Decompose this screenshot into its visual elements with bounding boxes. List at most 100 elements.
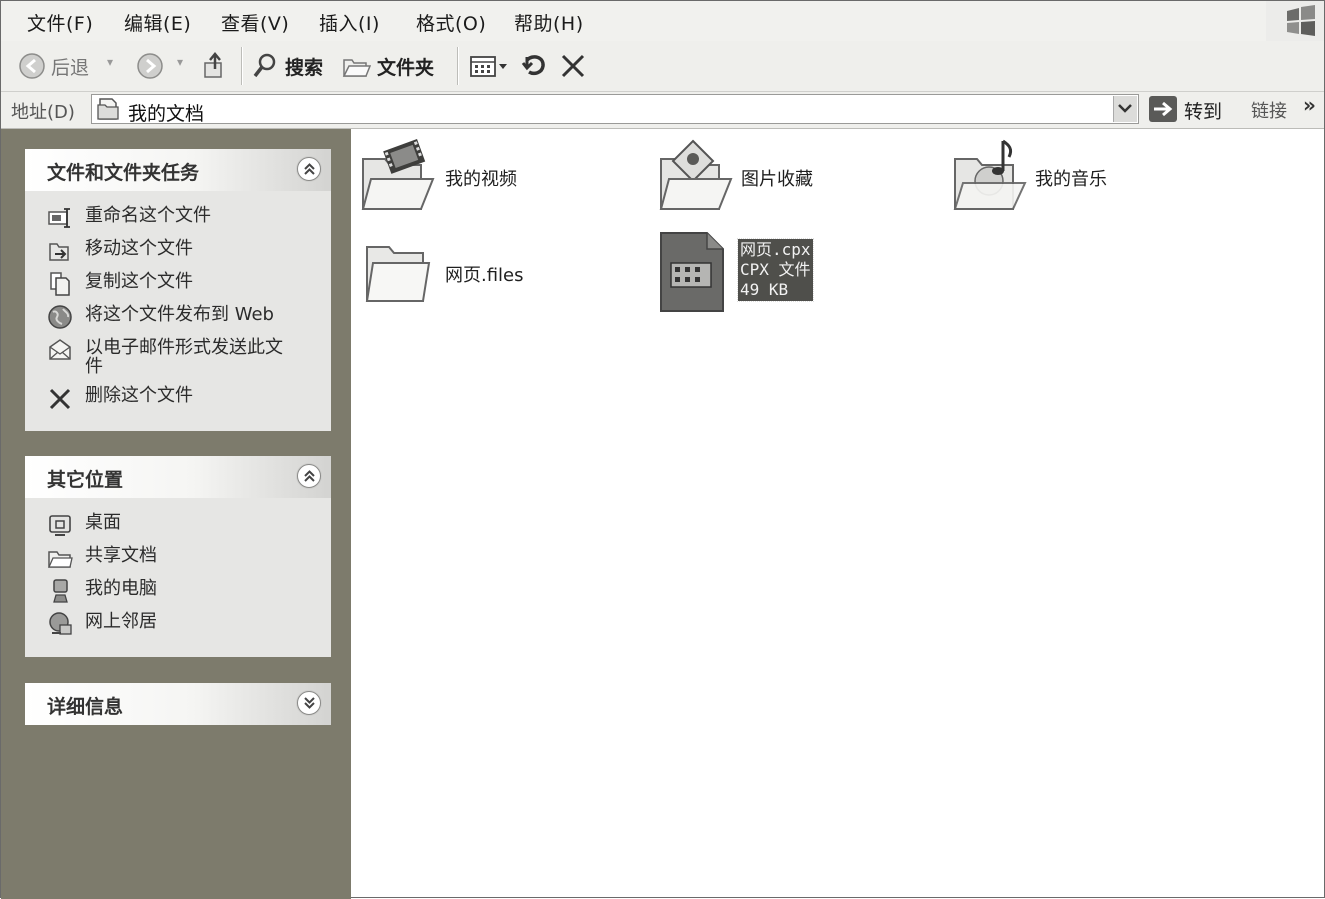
task-copy[interactable]: 复制这个文件 <box>47 271 317 297</box>
address-dropdown[interactable] <box>1113 96 1137 122</box>
place-label: 桌面 <box>85 512 121 533</box>
back-label: 后退 <box>51 57 90 79</box>
file-tasks-panel: 文件和文件夹任务 重命名这个文件 移动这个文件 复制这个文件 将这个文件发布到 … <box>25 149 331 431</box>
menu-edit[interactable]: 编辑(E) <box>124 9 191 36</box>
shared-folder-icon <box>47 551 73 568</box>
details-header[interactable]: 详细信息 <box>25 683 331 725</box>
more-chevron[interactable]: » <box>1303 93 1316 117</box>
other-places-title: 其它位置 <box>47 469 124 491</box>
network-icon <box>49 612 72 635</box>
place-label: 我的电脑 <box>85 578 157 599</box>
task-pane: 文件和文件夹任务 重命名这个文件 移动这个文件 复制这个文件 将这个文件发布到 … <box>1 129 351 899</box>
go-button[interactable]: 转到 <box>1146 94 1236 124</box>
file-item[interactable]: 我的视频 <box>357 137 557 221</box>
back-dropdown-icon[interactable]: ▾ <box>107 55 113 69</box>
copy-icon <box>50 272 70 296</box>
search-label: 搜索 <box>285 57 324 79</box>
folder-icon <box>365 246 431 302</box>
expand-button[interactable] <box>297 691 321 715</box>
undo-icon <box>521 55 545 76</box>
file-item[interactable]: 网页.files <box>357 233 577 313</box>
other-places-header[interactable]: 其它位置 <box>25 456 331 498</box>
computer-icon <box>53 579 68 603</box>
selected-file-label: 网页.cpx CPX 文件 49 KB <box>737 238 814 302</box>
forward-arrow-icon <box>137 53 163 79</box>
file-name: 图片收藏 <box>741 169 813 190</box>
chevron-up-double-icon <box>304 470 315 482</box>
chevron-down-icon <box>1118 104 1132 113</box>
folders-button[interactable]: 文件夹 <box>341 49 445 83</box>
file-item[interactable]: 图片收藏 <box>655 137 855 221</box>
cpx-file-icon <box>660 232 724 312</box>
place-my-computer[interactable]: 我的电脑 <box>47 578 317 604</box>
toolbar-separator <box>241 47 243 85</box>
go-label: 转到 <box>1184 101 1223 123</box>
undo-button[interactable] <box>519 49 551 83</box>
file-item[interactable]: 我的音乐 <box>949 137 1149 221</box>
task-label: 以电子邮件形式发送此文件 <box>85 337 283 377</box>
address-label: 地址(D) <box>11 102 75 123</box>
file-item-selected[interactable]: 网页.cpx CPX 文件 49 KB <box>657 229 857 315</box>
task-label: 移动这个文件 <box>85 238 193 259</box>
music-folder-icon <box>953 139 1027 210</box>
delete-button[interactable] <box>559 49 589 83</box>
file-name: 我的音乐 <box>1035 169 1107 190</box>
windows-logo-icon <box>1266 1 1324 41</box>
forward-dropdown-icon[interactable]: ▾ <box>177 55 183 69</box>
chevron-up-double-icon <box>304 163 315 175</box>
task-rename[interactable]: 重命名这个文件 <box>47 205 317 231</box>
collapse-button[interactable] <box>297 157 321 181</box>
file-name: 我的视频 <box>445 169 517 190</box>
desktop-icon <box>49 515 71 536</box>
address-input[interactable]: 我的文档 <box>91 94 1139 125</box>
address-bar: 地址(D) 我的文档 转到 链接 » <box>1 92 1324 129</box>
toolbar-separator <box>457 47 459 85</box>
place-label: 网上邻居 <box>85 611 157 632</box>
rename-icon <box>48 208 70 228</box>
place-desktop[interactable]: 桌面 <box>47 512 317 538</box>
links-label[interactable]: 链接 <box>1251 97 1287 123</box>
task-label: 删除这个文件 <box>85 385 193 406</box>
menu-bar: 文件(F) 编辑(E) 查看(V) 插入(I) 格式(O) 帮助(H) <box>1 1 1324 42</box>
file-tasks-header[interactable]: 文件和文件夹任务 <box>25 149 331 191</box>
place-shared-documents[interactable]: 共享文档 <box>47 545 317 571</box>
menu-view[interactable]: 查看(V) <box>221 9 289 36</box>
pictures-folder-icon <box>659 139 733 210</box>
task-move[interactable]: 移动这个文件 <box>47 238 317 264</box>
search-button[interactable]: 搜索 <box>251 49 331 83</box>
views-grid-icon <box>470 56 507 77</box>
file-type: CPX 文件 <box>740 260 811 279</box>
task-label: 将这个文件发布到 Web <box>85 304 274 325</box>
address-value: 我的文档 <box>128 103 205 125</box>
details-title: 详细信息 <box>47 696 124 718</box>
delete-icon <box>49 388 71 410</box>
move-icon <box>49 243 69 261</box>
file-view: 我的视频 图片收藏 我的音乐 网页.files 网页.cpx CPX 文件 49… <box>351 129 1324 897</box>
email-icon <box>49 339 71 360</box>
up-folder-button[interactable] <box>199 49 231 83</box>
file-tasks-title: 文件和文件夹任务 <box>47 162 200 184</box>
folders-label: 文件夹 <box>377 57 435 79</box>
menu-help[interactable]: 帮助(H) <box>514 9 584 36</box>
explorer-window: 文件(F) 编辑(E) 查看(V) 插入(I) 格式(O) 帮助(H) 后退 ▾ <box>0 0 1325 899</box>
menu-insert[interactable]: 插入(I) <box>319 9 380 36</box>
task-delete[interactable]: 删除这个文件 <box>47 385 317 411</box>
task-publish-web[interactable]: 将这个文件发布到 Web <box>47 304 317 330</box>
file-size: 49 KB <box>740 280 789 299</box>
menu-format[interactable]: 格式(O) <box>416 9 486 36</box>
search-icon <box>253 53 276 78</box>
folder-icon <box>342 59 371 77</box>
file-name: 网页.files <box>445 265 524 286</box>
back-button[interactable]: 后退 ▾ <box>15 49 125 83</box>
task-email[interactable]: 以电子邮件形式发送此文件 <box>47 337 317 377</box>
views-button[interactable] <box>469 49 511 83</box>
menu-file[interactable]: 文件(F) <box>27 9 93 36</box>
file-name: 网页.cpx <box>740 240 811 259</box>
close-x-icon <box>561 54 585 78</box>
forward-button[interactable]: ▾ <box>135 49 191 83</box>
place-network[interactable]: 网上邻居 <box>47 611 317 637</box>
task-label: 复制这个文件 <box>85 271 193 292</box>
go-arrow-icon <box>1149 96 1177 122</box>
collapse-button[interactable] <box>297 464 321 488</box>
task-label: 重命名这个文件 <box>85 205 211 226</box>
